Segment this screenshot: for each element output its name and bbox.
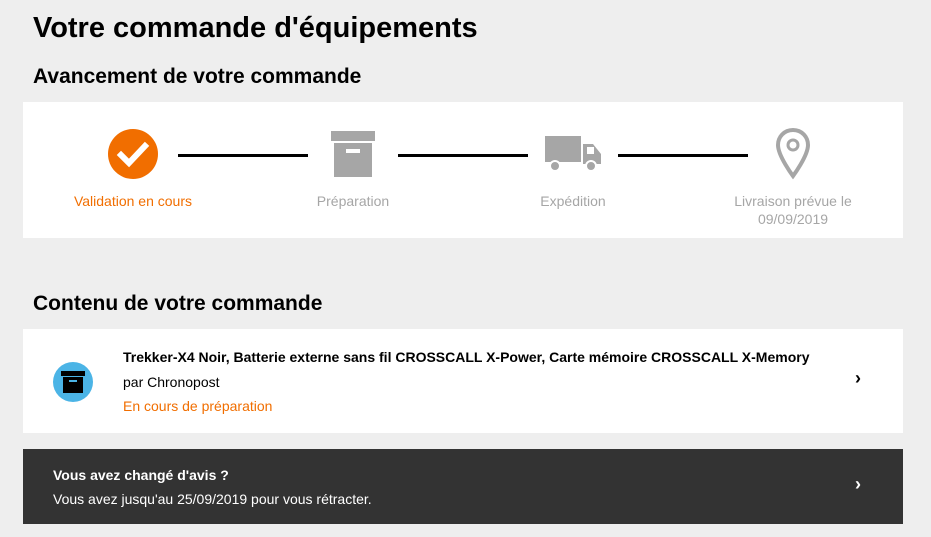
change-mind-title: Vous avez changé d'avis ? bbox=[53, 467, 229, 483]
change-mind-banner[interactable]: Vous avez changé d'avis ? Vous avez jusq… bbox=[23, 449, 903, 524]
order-item-icon bbox=[53, 362, 93, 402]
progress-step-label: Expédition bbox=[540, 193, 606, 209]
order-progress-tracker: Validation en cours Préparation Expéditi… bbox=[23, 102, 903, 238]
box-icon bbox=[331, 131, 375, 177]
progress-step-label: Validation en cours bbox=[73, 193, 193, 209]
content-section-title: Contenu de votre commande bbox=[33, 292, 323, 315]
progress-step-label: Préparation bbox=[316, 193, 390, 209]
order-item-card[interactable]: Trekker-X4 Noir, Batterie externe sans f… bbox=[23, 329, 903, 433]
box-icon bbox=[61, 371, 85, 393]
truck-icon bbox=[545, 136, 601, 172]
chevron-right-icon: › bbox=[855, 368, 861, 388]
order-item-status: En cours de préparation bbox=[123, 398, 273, 414]
page-title: Votre commande d'équipements bbox=[33, 12, 478, 44]
chevron-right-icon: › bbox=[855, 474, 861, 494]
progress-step-label: Livraison prévue le 09/09/2019 bbox=[734, 193, 852, 227]
progress-section-title: Avancement de votre commande bbox=[33, 65, 362, 88]
change-mind-text: Vous avez jusqu'au 25/09/2019 pour vous … bbox=[53, 491, 372, 507]
order-item-carrier: par Chronopost bbox=[123, 374, 220, 390]
order-item-name: Trekker-X4 Noir, Batterie externe sans f… bbox=[123, 349, 810, 365]
map-pin-icon bbox=[776, 128, 810, 180]
check-circle-icon bbox=[108, 129, 158, 179]
